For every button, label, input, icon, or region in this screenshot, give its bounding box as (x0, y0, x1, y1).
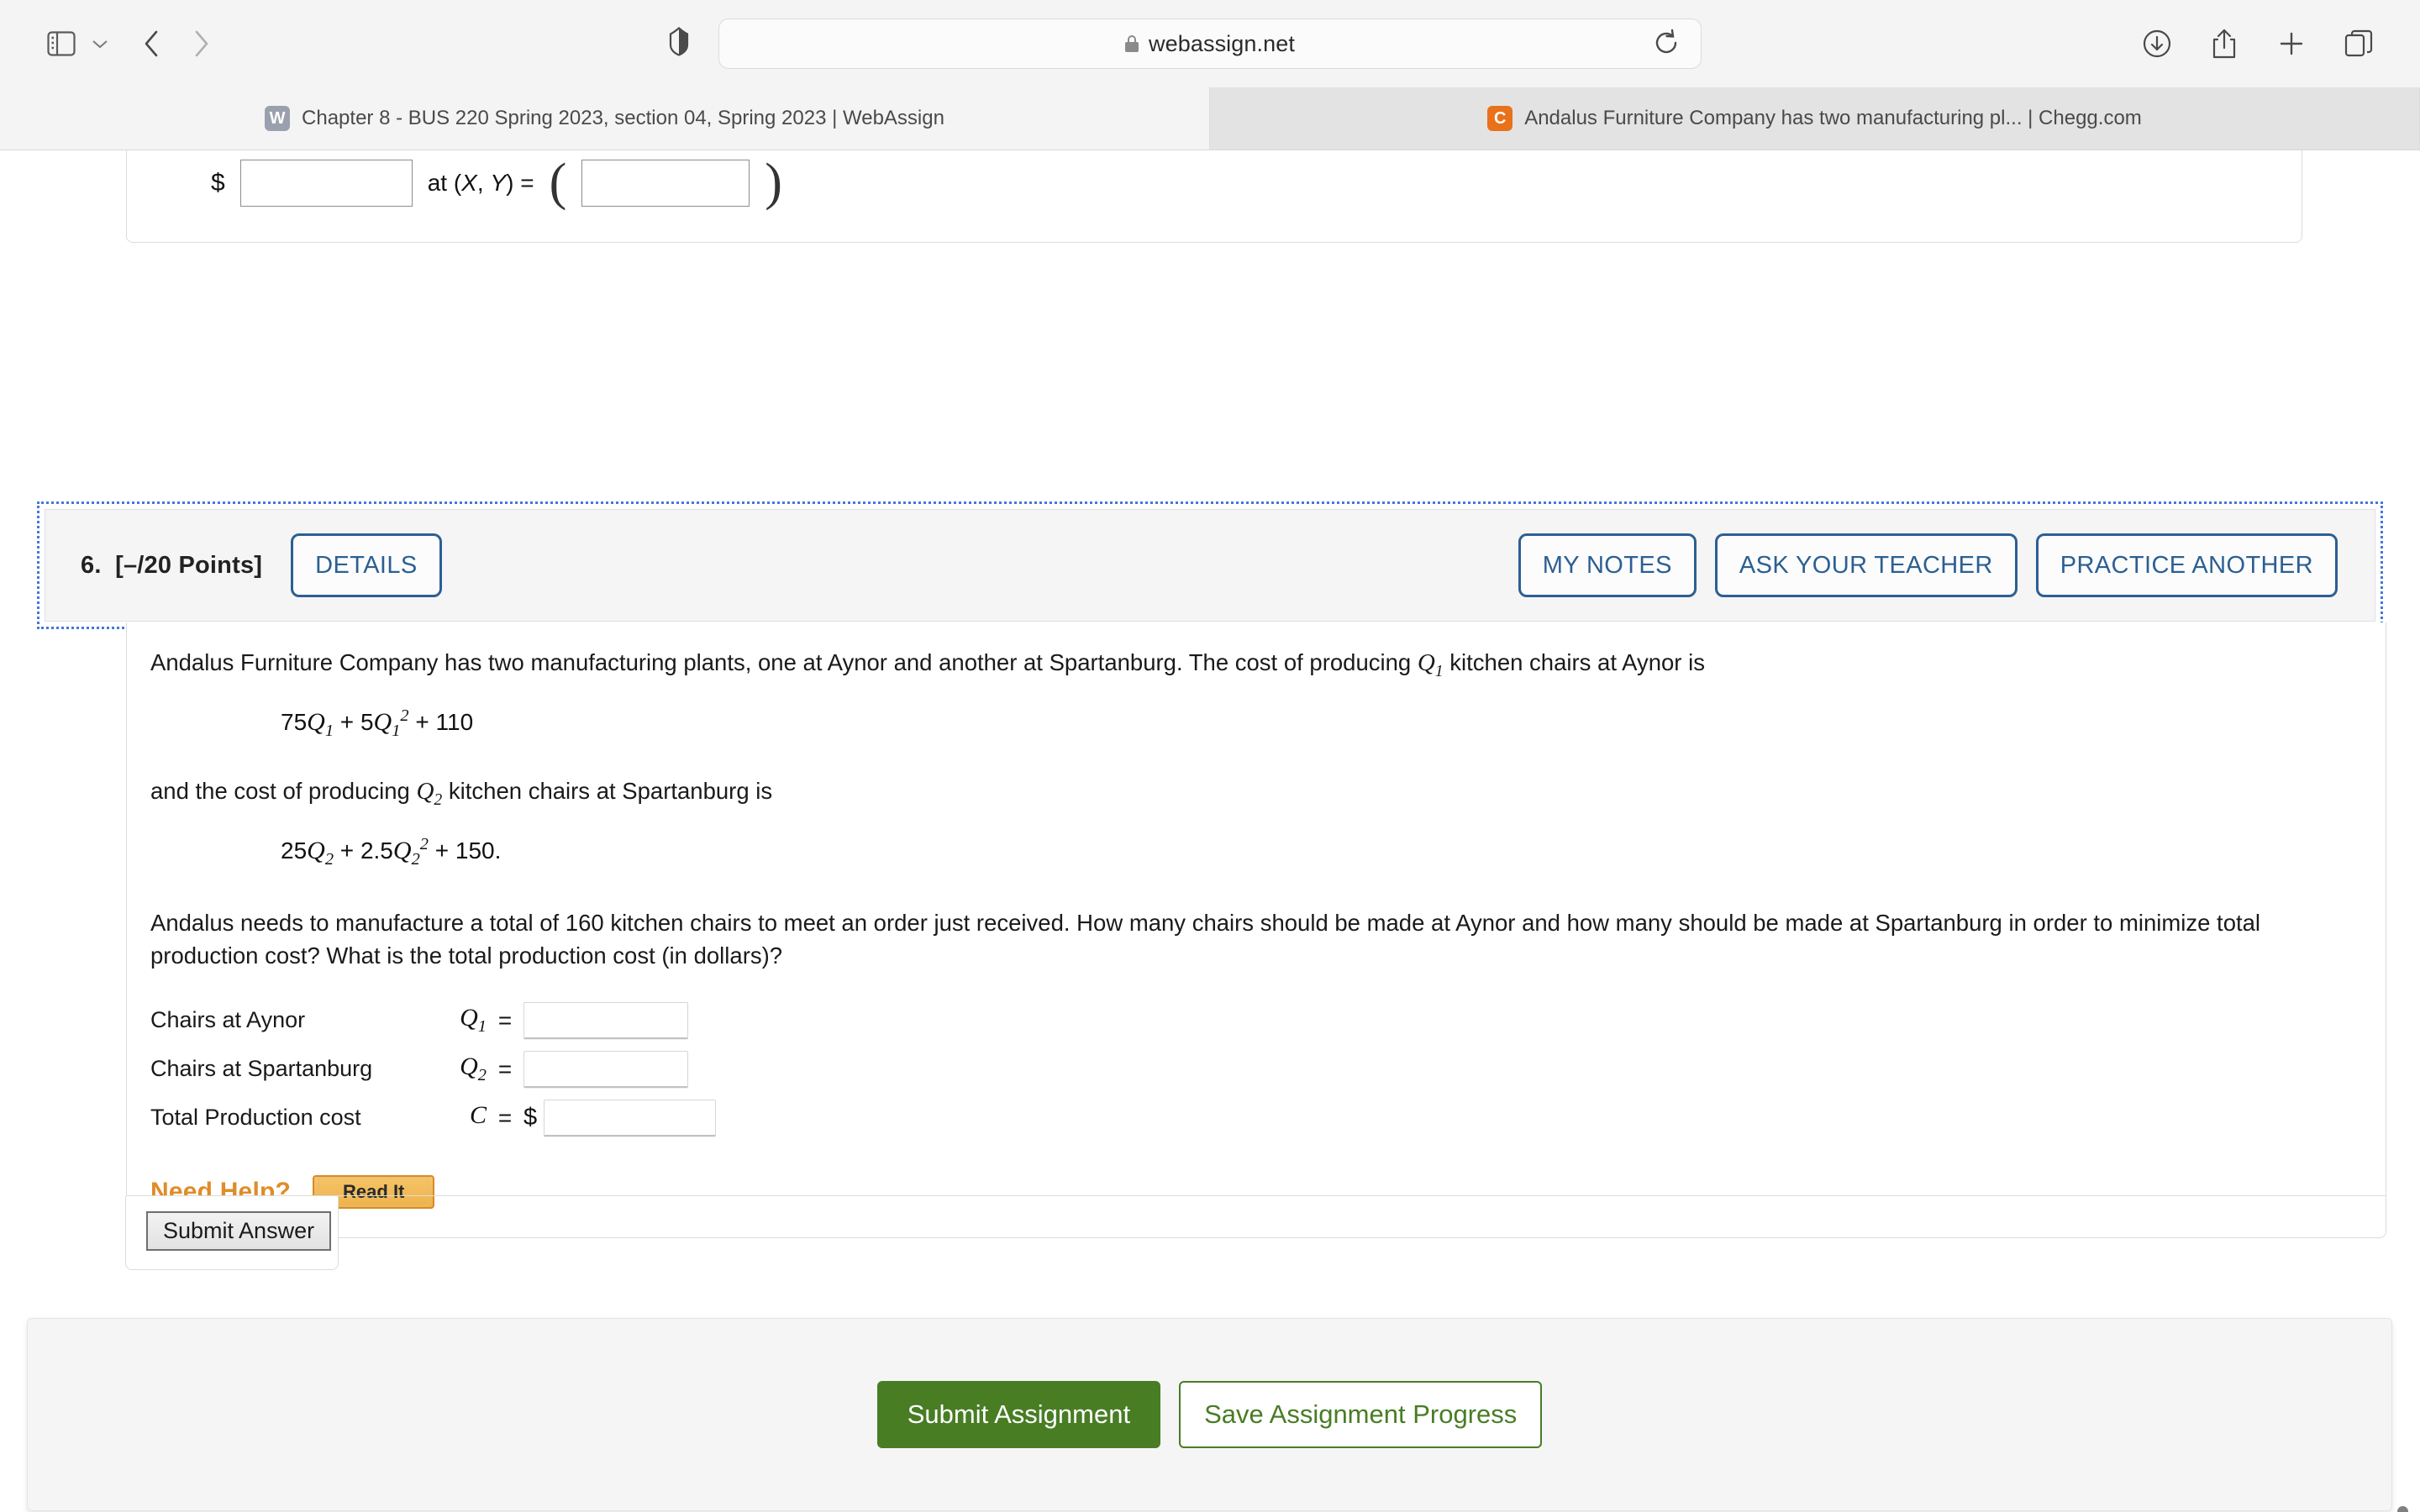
answer-symbol-c: C (469, 1101, 487, 1130)
question-mid-after: kitchen chairs at Spartanburg is (442, 777, 773, 804)
submit-answer-button[interactable]: Submit Answer (146, 1211, 332, 1251)
submit-answer-box: Submit Answer (125, 1196, 339, 1270)
question-intro-line: Andalus Furniture Company has two manufa… (150, 638, 2338, 683)
intro-variable: Q1 (1417, 649, 1444, 680)
details-button[interactable]: DETAILS (291, 533, 442, 597)
tab-chegg[interactable]: C Andalus Furniture Company has two manu… (1210, 87, 2420, 150)
url-display: webassign.net (1125, 31, 1295, 57)
mid-variable: Q2 (416, 777, 443, 809)
previous-answer-input[interactable] (239, 160, 413, 207)
chegg-favicon: C (1487, 106, 1513, 131)
share-icon[interactable] (2200, 19, 2249, 68)
tab-overview-icon[interactable] (2334, 19, 2383, 68)
browser-toolbar: webassign.net (0, 0, 2420, 87)
question-6-header: 6. [–/20 Points] DETAILS MY NOTES ASK YO… (45, 509, 2375, 622)
question-prompt: Andalus needs to manufacture a total of … (150, 909, 2261, 969)
answer-input-total-cost[interactable] (544, 1099, 717, 1137)
reload-icon[interactable] (1652, 29, 1682, 59)
back-arrow-icon[interactable] (128, 19, 176, 68)
question-6-highlight: 6. [–/20 Points] DETAILS MY NOTES ASK YO… (37, 501, 2383, 629)
chevron-down-icon[interactable] (86, 33, 114, 55)
cost-formula-aynor: 75Q1 + 5Q12 + 110 (281, 706, 474, 740)
practice-another-button[interactable]: PRACTICE ANOTHER (2035, 533, 2338, 597)
answer-input-chairs-aynor[interactable] (523, 1001, 688, 1039)
address-bar[interactable]: webassign.net (718, 18, 1702, 69)
previous-question-answer-row: $ at (X, Y) = ( ) (211, 154, 782, 212)
formula2-var1: Q2 (307, 836, 334, 869)
answer-label-spartanburg: Chairs at Spartanburg (150, 1056, 373, 1082)
question-mid-before: and the cost of producing (150, 777, 417, 804)
close-paren: ) (765, 154, 782, 212)
tab-bar: W Chapter 8 - BUS 220 Spring 2023, secti… (0, 87, 2420, 150)
previous-answer-input-2[interactable] (581, 160, 750, 207)
answer-field-wrap-3: $ (523, 1099, 2338, 1137)
formula2-var2: Q22 (392, 834, 429, 869)
download-icon[interactable] (2133, 19, 2181, 68)
browser-chrome: webassign.net W Chapter 8 - BUS 220 Spri… (0, 0, 2420, 150)
answer-dollar-sign: $ (523, 1104, 538, 1131)
webassign-favicon: W (265, 106, 291, 131)
question-number-points: 6. [–/20 Points] (81, 551, 263, 579)
lock-icon (1125, 35, 1139, 52)
sidebar-toggle-icon[interactable] (37, 19, 86, 68)
question-intro-before: Andalus Furniture Company has two manufa… (150, 649, 1418, 675)
previous-question-card: $ at (X, Y) = ( ) (126, 150, 2302, 243)
page-content: $ at (X, Y) = ( ) 6. [–/20 Points] DETAI… (0, 150, 2420, 1512)
tab-title: Andalus Furniture Company has two manufa… (1524, 107, 2142, 129)
answer-field-wrap-1 (523, 1001, 2338, 1039)
answer-label-total-cost: Total Production cost (150, 1105, 361, 1131)
save-assignment-progress-button[interactable]: Save Assignment Progress (1179, 1381, 1543, 1448)
assignment-actions-panel: Submit Assignment Save Assignment Progre… (27, 1318, 2392, 1511)
answer-equals-1: = (497, 1006, 513, 1033)
privacy-shield-icon[interactable] (668, 27, 690, 61)
cost-formula-spartanburg: 25Q2 + 2.5Q22 + 150. (281, 834, 502, 869)
plus-icon[interactable] (2267, 19, 2316, 68)
question-6-body: Andalus Furniture Company has two manufa… (126, 622, 2386, 1238)
tab-title: Chapter 8 - BUS 220 Spring 2023, section… (302, 107, 944, 129)
answer-grid: Chairs at Aynor Q1 = Chairs at Spartanbu… (150, 1001, 2338, 1137)
ask-your-teacher-button[interactable]: ASK YOUR TEACHER (1714, 533, 2018, 597)
toolbar-right-group (2133, 19, 2383, 68)
page-scrollbar-track[interactable] (2391, 238, 2413, 1512)
url-text: webassign.net (1149, 30, 1295, 56)
question-middle-line: and the cost of producing Q2 kitchen cha… (150, 766, 2338, 811)
answer-symbol-q2: Q2 (460, 1053, 487, 1085)
address-bar-wrapper: webassign.net (669, 18, 1702, 69)
question-intro-after: kitchen chairs at Aynor is (1443, 649, 1705, 675)
answer-equals-2: = (497, 1055, 513, 1082)
forward-arrow-icon[interactable] (176, 19, 225, 68)
question-header-actions: MY NOTES ASK YOUR TEACHER PRACTICE ANOTH… (1518, 533, 2338, 597)
answer-symbol-q1: Q1 (460, 1004, 487, 1037)
submit-answer-strip: Submit Answer (125, 1195, 2386, 1270)
my-notes-button[interactable]: MY NOTES (1518, 533, 1697, 597)
at-xy-label: at (X, Y) = (427, 170, 534, 196)
tab-webassign[interactable]: W Chapter 8 - BUS 220 Spring 2023, secti… (0, 87, 1210, 150)
page-scrollbar-thumb[interactable] (2397, 1506, 2408, 1512)
formula1-var1: Q1 (307, 707, 334, 740)
submit-assignment-button[interactable]: Submit Assignment (876, 1381, 1161, 1448)
answer-equals-3: = (497, 1104, 513, 1131)
answer-field-wrap-2 (523, 1050, 2338, 1088)
formula1-var2: Q12 (373, 706, 409, 740)
answer-input-chairs-spartanburg[interactable] (523, 1050, 688, 1088)
toolbar-left-group (37, 19, 225, 68)
answer-label-aynor: Chairs at Aynor (150, 1007, 306, 1033)
open-paren: ( (549, 154, 567, 212)
dollar-sign: $ (211, 169, 225, 197)
